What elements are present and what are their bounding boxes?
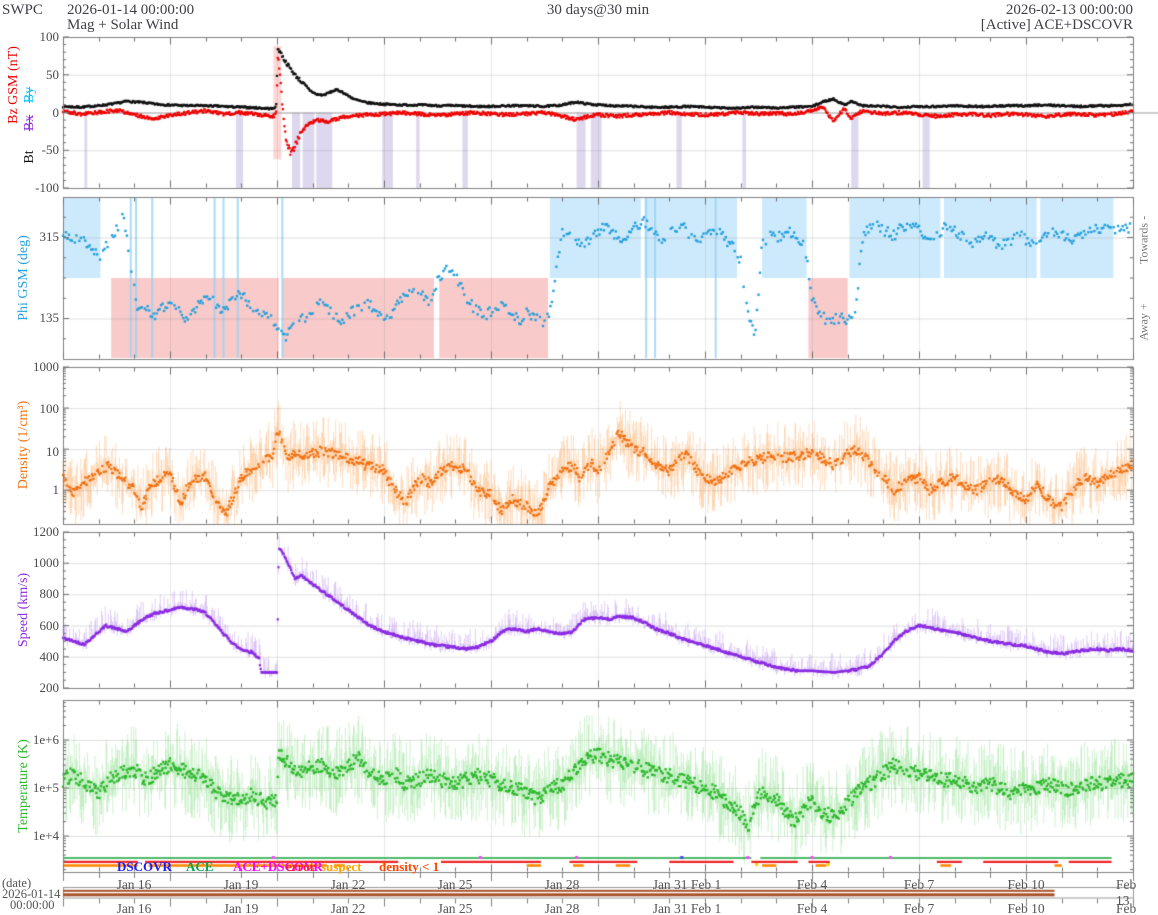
ytick-density: 1 [9, 482, 59, 498]
axis-label-speed: Speed (km/s) [16, 573, 32, 647]
ytick-temp: 1e+5 [9, 780, 59, 796]
date-tick-bottom: Jan 16 [117, 901, 152, 915]
ytick-mag: 0 [9, 105, 59, 121]
axis-label-by-disabled: By [22, 87, 38, 103]
ytick-density: 1000 [9, 359, 59, 375]
ytick-temp: 1e+6 [9, 732, 59, 748]
legend-error: error [286, 859, 315, 875]
legend-density-lt1: density < 1 [379, 859, 439, 875]
plot-cadence: 30 days@30 min [547, 2, 649, 19]
solar-wind-plot-canvas [0, 0, 1158, 915]
legend-ace: ACE [186, 859, 213, 875]
date-tick-bottom: Jan 31 Feb 1 [653, 901, 722, 915]
date-range-scrollbar[interactable] [63, 887, 1133, 899]
ytick-speed: 800 [9, 586, 59, 602]
axis-label-towards: Towards - [1137, 216, 1152, 264]
legend-suspect: suspect [321, 859, 361, 875]
ytick-mag: -100 [9, 180, 59, 196]
ytick-speed: 200 [9, 680, 59, 696]
ytick-speed: 1000 [9, 555, 59, 571]
legend-dscovr: DSCOVR [117, 859, 172, 875]
axis-label-phi: Phi GSM (deg) [16, 235, 32, 321]
ytick-temp: 1e+4 [9, 828, 59, 844]
ytick-mag: 100 [9, 29, 59, 45]
plot-title: Mag + Solar Wind [67, 17, 178, 34]
date-tick-bottom: Jan 25 [438, 901, 473, 915]
brand-swpc: SWPC [2, 2, 43, 19]
date-tick-bottom: Jan 28 [545, 901, 580, 915]
date-tick-bottom: Feb 7 [904, 901, 934, 915]
ytick-speed: 1200 [9, 524, 59, 540]
ytick-phi: 135 [9, 310, 59, 326]
ytick-density: 10 [9, 444, 59, 460]
date-axis-start-time: 00:00:00 [10, 898, 54, 913]
date-tick-bottom: Jan 22 [331, 901, 366, 915]
data-source-mode: [Active] ACE+DSCOVR [981, 17, 1133, 34]
swpc-solar-wind-dashboard: SWPC 2026-01-14 00:00:00 Mag + Solar Win… [0, 0, 1158, 915]
date-tick-bottom: Feb 13 [1116, 901, 1144, 915]
date-tick-bottom: Feb 10 [1007, 901, 1044, 915]
ytick-phi: 315 [9, 229, 59, 245]
axis-label-away: Away + [1137, 303, 1152, 340]
date-tick-bottom: Jan 19 [224, 901, 259, 915]
ytick-density: 100 [9, 401, 59, 417]
ytick-mag: -50 [9, 142, 59, 158]
ytick-mag: 50 [9, 67, 59, 83]
ytick-speed: 400 [9, 649, 59, 665]
date-tick-bottom: Feb 4 [797, 901, 827, 915]
ytick-speed: 600 [9, 618, 59, 634]
